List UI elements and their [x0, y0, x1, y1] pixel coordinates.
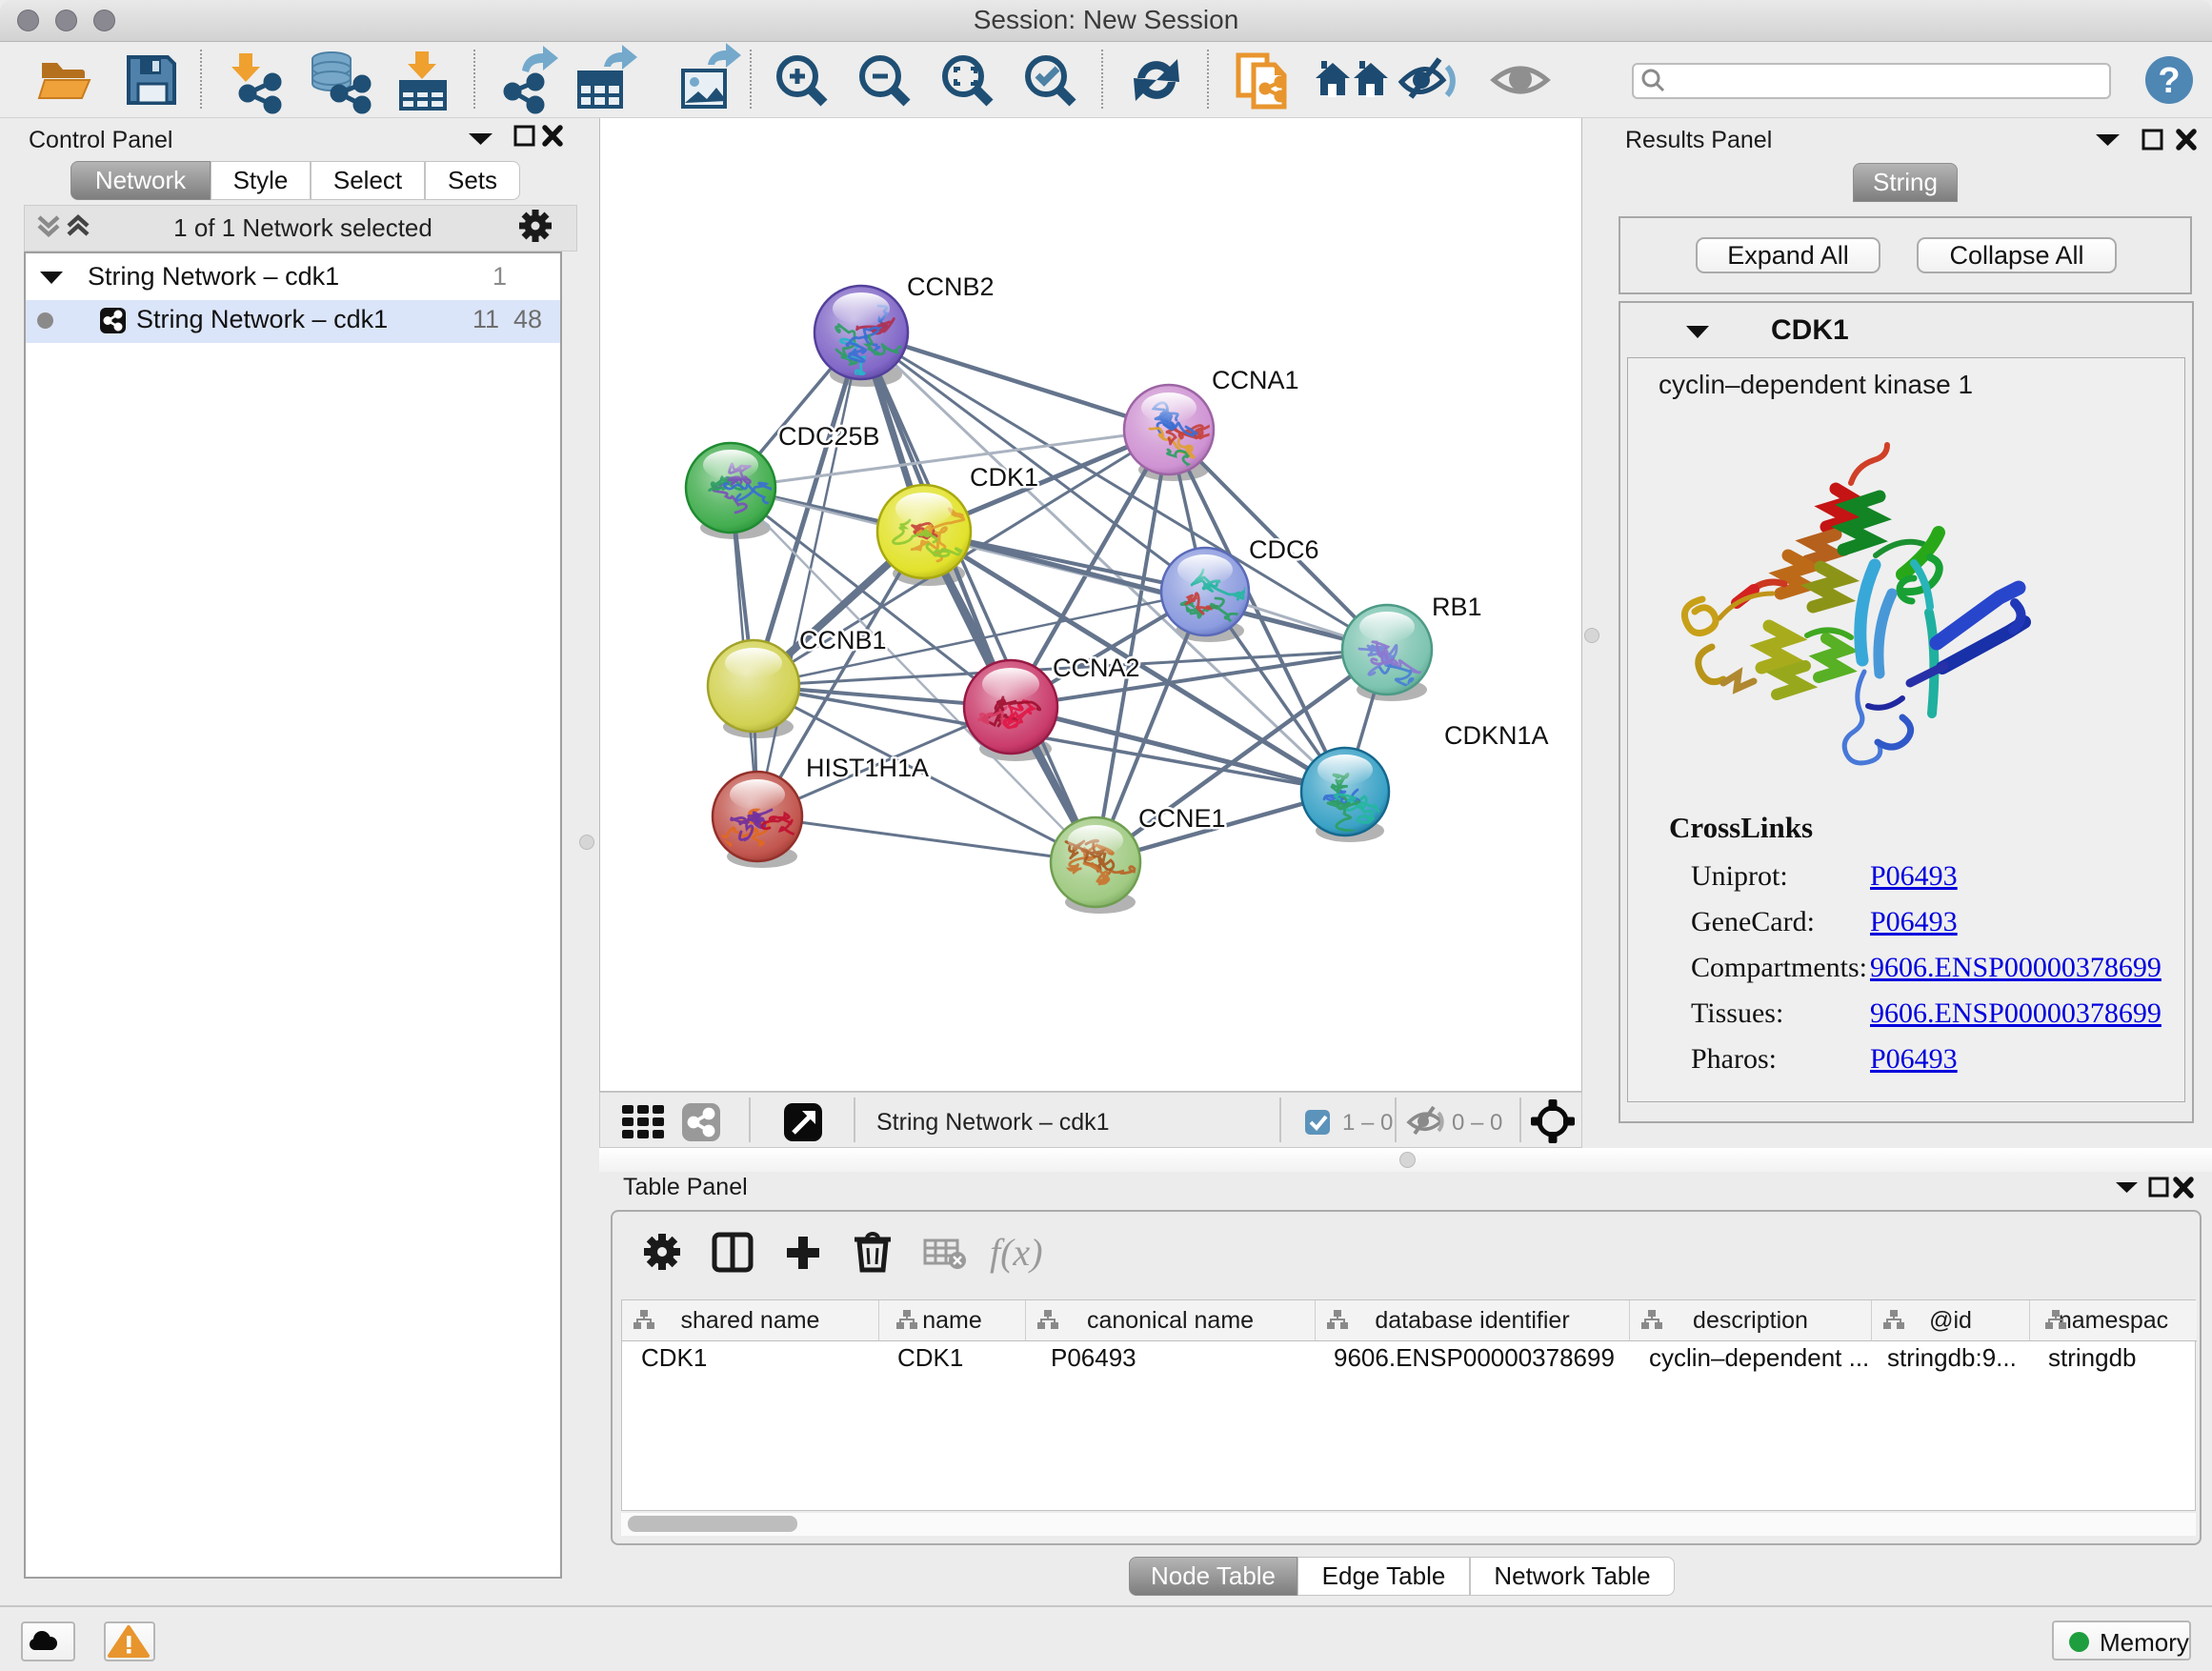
svg-text:String Network – cdk1: String Network – cdk1: [876, 1109, 1110, 1136]
svg-text:f(x): f(x): [990, 1231, 1043, 1274]
svg-text:1 – 0: 1 – 0: [1342, 1110, 1393, 1136]
svg-text:CDKN1A: CDKN1A: [1444, 721, 1549, 750]
svg-text:CDK1: CDK1: [970, 463, 1038, 492]
svg-text:RB1: RB1: [1432, 593, 1482, 621]
svg-text:?: ?: [2158, 61, 2180, 101]
svg-text:HIST1H1A: HIST1H1A: [806, 754, 929, 782]
svg-text:CDC6: CDC6: [1249, 535, 1319, 564]
svg-text:0 – 0: 0 – 0: [1452, 1110, 1502, 1136]
svg-text:CCNB1: CCNB1: [799, 626, 887, 654]
svg-text:CCNA1: CCNA1: [1212, 366, 1299, 394]
svg-text:CCNB2: CCNB2: [907, 272, 995, 301]
svg-text:CCNE1: CCNE1: [1138, 804, 1226, 833]
svg-text:CDC25B: CDC25B: [778, 422, 880, 451]
svg-text:CCNA2: CCNA2: [1053, 654, 1140, 682]
